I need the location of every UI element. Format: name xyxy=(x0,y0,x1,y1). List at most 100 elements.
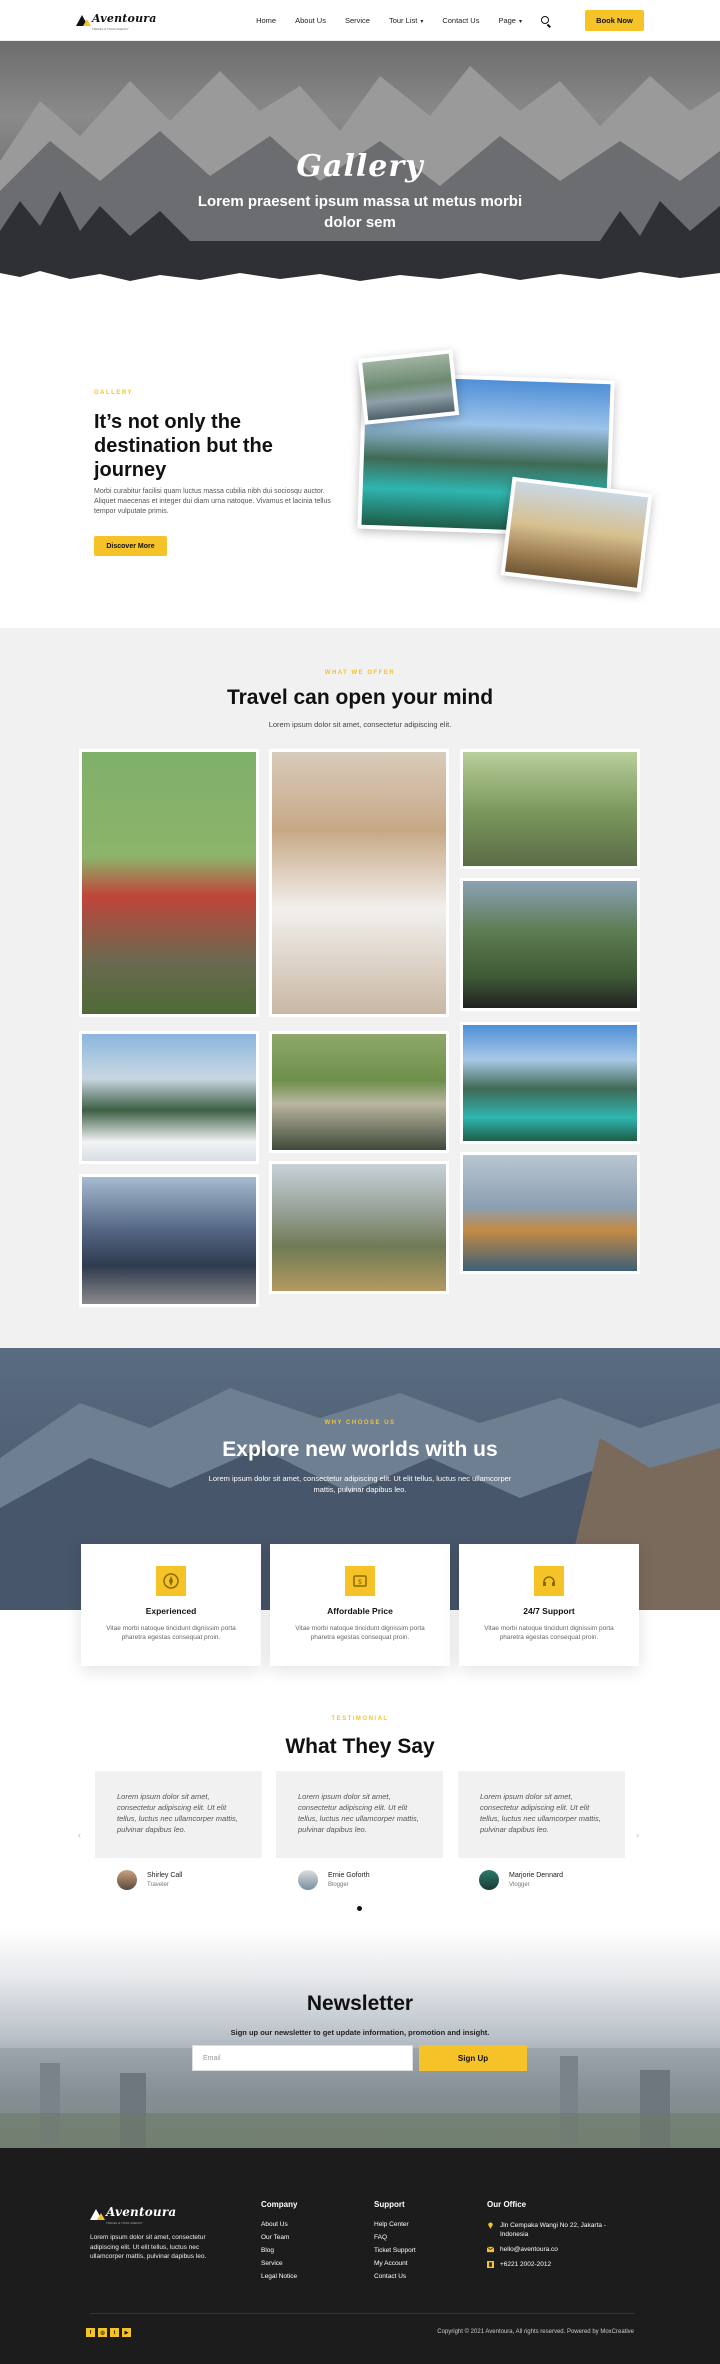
newsletter-subtitle: Sign up our newsletter to get update inf… xyxy=(230,2028,490,2037)
footer-column-title: Our Office xyxy=(487,2200,527,2209)
services-eyebrow: WHAT WE OFFER xyxy=(324,670,396,676)
author-name: Ernie Goforth xyxy=(328,1872,370,1879)
gallery-image-lake-view[interactable] xyxy=(460,1022,640,1144)
gallery-image-rope-course[interactable] xyxy=(460,749,640,869)
instagram-icon[interactable]: ◎ xyxy=(98,2328,107,2337)
svg-text:$: $ xyxy=(358,1578,362,1586)
twitter-icon[interactable]: t xyxy=(110,2328,119,2337)
feature-text: Vitae morbi natoque tincidunt dignissim … xyxy=(295,1625,425,1641)
mountain-logo-icon xyxy=(90,2208,105,2220)
gallery-image-backpacker[interactable] xyxy=(79,749,259,1017)
gallery-section: WHAT WE OFFER Travel can open your mind … xyxy=(0,628,720,1348)
facebook-icon[interactable]: f xyxy=(86,2328,95,2337)
why-subtitle: Lorem ipsum dolor sit amet, consectetur … xyxy=(208,1474,512,1494)
footer-office-column: Our Office Jln Cempaka Wangi No 22, Jaka… xyxy=(487,2200,617,2275)
carousel-dot[interactable] xyxy=(357,1906,362,1911)
nav-item-tour-list[interactable]: Tour List ▾ xyxy=(389,16,423,25)
nav-item-service[interactable]: Service xyxy=(345,16,370,25)
about-section: GALLERY It’s not only the destination bu… xyxy=(0,290,720,628)
testimonial-quote: Lorem ipsum dolor sit amet, consectetur … xyxy=(95,1771,262,1858)
book-now-button[interactable]: Book Now xyxy=(585,9,644,31)
social-links: f ◎ t ▶ xyxy=(86,2328,131,2337)
footer-link-contact-us[interactable]: Contact Us xyxy=(374,2273,416,2280)
phone-icon xyxy=(487,2261,494,2268)
office-email[interactable]: hello@aventoura.co xyxy=(487,2245,617,2254)
office-phone[interactable]: +6221 2002-2012 xyxy=(487,2260,617,2269)
support-icon xyxy=(534,1566,564,1596)
footer-divider xyxy=(90,2313,635,2314)
footer-link-help-center[interactable]: Help Center xyxy=(374,2221,416,2228)
gallery-image-snow-hike[interactable] xyxy=(79,1031,259,1164)
footer-link-my-account[interactable]: My Account xyxy=(374,2260,416,2267)
nav-item-page[interactable]: Page ▾ xyxy=(498,16,522,25)
brand-logo[interactable]: Aventoura TRAVEL & TOUR AGENCY xyxy=(76,9,157,31)
office-email-text: hello@aventoura.co xyxy=(500,2246,558,2253)
footer-support-column: Support Help Center FAQ Ticket Support M… xyxy=(374,2200,416,2286)
about-eyebrow: GALLERY xyxy=(94,390,133,396)
footer-link-faq[interactable]: FAQ xyxy=(374,2234,416,2241)
feature-card-experienced: Experienced Vitae morbi natoque tincidun… xyxy=(81,1544,261,1666)
newsletter-title: Newsletter xyxy=(306,1992,414,2015)
main-menu: Home About Us Service Tour List ▾ Contact… xyxy=(237,16,549,25)
office-address: Jln Cempaka Wangi No 22, Jakarta - Indon… xyxy=(487,2221,617,2239)
feature-title: 24/7 Support xyxy=(523,1606,575,1616)
sign-up-button[interactable]: Sign Up xyxy=(419,2045,527,2071)
chevron-right-icon[interactable]: › xyxy=(636,1830,639,1840)
services-title: Travel can open your mind xyxy=(226,686,494,709)
office-phone-text: +6221 2002-2012 xyxy=(500,2261,552,2268)
nav-item-contact-us[interactable]: Contact Us xyxy=(442,16,479,25)
footer-link-our-team[interactable]: Our Team xyxy=(261,2234,297,2241)
search-icon[interactable] xyxy=(541,16,549,24)
author-role: Vlogger xyxy=(509,1882,530,1888)
footer-link-ticket-support[interactable]: Ticket Support xyxy=(374,2247,416,2254)
avatar xyxy=(479,1870,499,1890)
gallery-image-city-woman[interactable] xyxy=(269,749,449,1017)
chevron-down-icon: ▾ xyxy=(420,18,424,25)
author-role: Blogger xyxy=(328,1882,349,1888)
footer-link-about-us[interactable]: About Us xyxy=(261,2221,297,2228)
feature-text: Vitae morbi natoque tincidunt dignissim … xyxy=(106,1625,236,1641)
footer-brand-name: Aventoura xyxy=(106,2205,177,2219)
footer-column-title: Support xyxy=(374,2200,405,2209)
footer-company-column: Company About Us Our Team Blog Service L… xyxy=(261,2200,297,2286)
feature-text: Vitae morbi natoque tincidunt dignissim … xyxy=(484,1625,614,1641)
footer-link-blog[interactable]: Blog xyxy=(261,2247,297,2254)
avatar xyxy=(298,1870,318,1890)
gallery-image-group-hike[interactable] xyxy=(269,1161,449,1294)
top-navbar: Aventoura TRAVEL & TOUR AGENCY Home Abou… xyxy=(0,0,720,41)
gallery-image-coast[interactable] xyxy=(460,1152,640,1274)
testimonial-eyebrow: TESTIMONIAL xyxy=(331,1716,389,1722)
youtube-icon[interactable]: ▶ xyxy=(122,2328,131,2337)
email-field[interactable]: Email xyxy=(192,2045,413,2071)
mail-icon xyxy=(487,2246,494,2253)
feature-title: Experienced xyxy=(145,1606,197,1616)
map-pin-icon xyxy=(488,2222,493,2229)
copyright-text: Copyright © 2021 Aventoura, All rights r… xyxy=(437,2329,634,2335)
gallery-image-machu-picchu[interactable] xyxy=(460,878,640,1011)
feature-card-support: 24/7 Support Vitae morbi natoque tincidu… xyxy=(459,1544,639,1666)
brand-name: Aventoura xyxy=(92,12,157,25)
gallery-image-cliff[interactable] xyxy=(79,1174,259,1307)
chevron-left-icon[interactable]: ‹ xyxy=(78,1830,81,1840)
footer-link-service[interactable]: Service xyxy=(261,2260,297,2267)
author-name: Marjorie Dennard xyxy=(509,1872,564,1879)
mountain-logo-icon xyxy=(76,14,91,26)
photo-boat xyxy=(357,349,460,425)
about-title: It’s not only the destination but the jo… xyxy=(94,411,273,481)
testimonial-quote: Lorem ipsum dolor sit amet, consectetur … xyxy=(276,1771,443,1858)
newsletter-section: Newsletter Sign up our newsletter to get… xyxy=(0,1928,720,2148)
testimonial-author: Ernie Goforth Blogger xyxy=(298,1870,370,1890)
nav-item-page-label: Page xyxy=(498,15,516,25)
why-eyebrow: WHY CHOOSE US xyxy=(324,1420,396,1426)
gallery-image-canoe[interactable] xyxy=(269,1031,449,1153)
footer-link-legal-notice[interactable]: Legal Notice xyxy=(261,2273,297,2280)
discover-more-button[interactable]: Discover More xyxy=(94,536,167,556)
avatar xyxy=(117,1870,137,1890)
brand-tagline: TRAVEL & TOUR AGENCY xyxy=(92,27,129,31)
footer-brand-logo[interactable]: Aventoura TRAVEL & TOUR AGENCY xyxy=(90,2203,176,2225)
feature-card-affordable-price: $ Affordable Price Vitae morbi natoque t… xyxy=(270,1544,450,1666)
author-name: Shirley Call xyxy=(147,1872,183,1879)
nav-item-about-us[interactable]: About Us xyxy=(295,16,326,25)
nav-item-home[interactable]: Home xyxy=(256,16,276,25)
author-role: Traveler xyxy=(147,1882,169,1888)
